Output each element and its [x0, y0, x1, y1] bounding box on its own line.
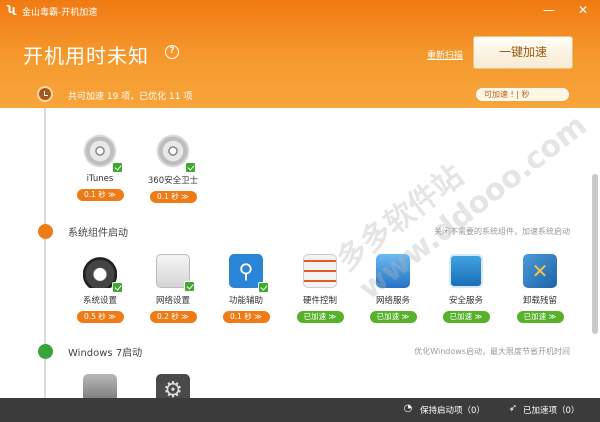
checkbox-checked-icon[interactable]	[258, 282, 269, 293]
item-label: 硬件控制	[302, 296, 337, 306]
header-banner: ʯ 金山毒霸-开机加速 — ✕ 开机用时未知 ? 重新扫描 一键加速 共可加速 …	[0, 0, 600, 108]
gauge-icon	[83, 254, 123, 293]
section-hint-windows-startup: 优化Windows启动，最大限度节省开机时间	[414, 347, 570, 356]
security-monitor-icon	[449, 254, 483, 288]
startup-item-network-settings[interactable]: 网络设置 0.2 秒 ≫	[143, 254, 203, 323]
checkbox-checked-icon[interactable]	[112, 282, 123, 293]
item-time-pill[interactable]: 0.2 秒 ≫	[149, 311, 197, 323]
checkbox-checked-icon[interactable]	[185, 162, 196, 173]
item-time-pill[interactable]: 已加速 ≫	[516, 311, 564, 323]
item-label: 360安全卫士	[147, 176, 199, 186]
startup-item-accessibility[interactable]: ⚲ 功能辅助 0.1 秒 ≫	[216, 254, 276, 323]
one-click-speedup-button[interactable]: 一键加速	[473, 36, 573, 69]
section-title-system-components: 系统组件启动	[68, 228, 128, 239]
keep-startup-link[interactable]: 保持启动项（0）	[420, 404, 485, 416]
item-label: 系统设置	[82, 296, 117, 306]
scrollbar-thumb[interactable]	[592, 174, 598, 334]
windows-logo-icon	[38, 344, 53, 359]
item-label: 功能辅助	[228, 296, 263, 306]
disc-icon	[156, 134, 196, 173]
rescan-link[interactable]: 重新扫描	[427, 48, 463, 61]
item-time-pill[interactable]: 0.1 秒 ≫	[149, 191, 197, 203]
summary-text: 共可加速 19 项，已优化 11 项	[68, 92, 193, 102]
item-label: 卸载残留	[522, 296, 557, 306]
help-icon[interactable]: ?	[165, 45, 179, 59]
section-hint-system-components: 关闭不需要的系统组件，加速系统启动	[434, 227, 570, 236]
startup-item-hardware-control[interactable]: 硬件控制 已加速 ≫	[290, 254, 350, 323]
startup-item-drive[interactable]	[70, 374, 130, 398]
network-chart-icon	[156, 254, 195, 292]
speedup-seconds-pill: 可加速 ! | 秒	[475, 87, 570, 102]
item-time-pill[interactable]: 0.1 秒 ≫	[76, 189, 124, 201]
item-label: 网络服务	[375, 296, 410, 306]
item-time-pill[interactable]: 已加速 ≫	[442, 311, 490, 323]
close-button[interactable]: ✕	[574, 1, 592, 19]
clock-icon	[37, 86, 53, 102]
startup-item-system-settings[interactable]: 系统设置 0.5 秒 ≫	[70, 254, 130, 323]
disc-icon	[83, 134, 123, 173]
window-title: 金山毒霸-开机加速	[22, 8, 98, 18]
app-logo-icon: ʯ	[7, 3, 17, 16]
section-title-windows-startup: Windows 7启动	[68, 348, 143, 359]
startup-items-panel: iTunes 0.1 秒 ≫ 360安全卫士 0.1 秒 ≫ 系统组件启动 关闭…	[0, 108, 600, 398]
startup-item-itunes[interactable]: iTunes 0.1 秒 ≫	[70, 134, 130, 201]
checkbox-checked-icon[interactable]	[184, 281, 195, 292]
item-time-pill[interactable]: 已加速 ≫	[369, 311, 417, 323]
item-label: 安全服务	[448, 296, 483, 306]
item-label: iTunes	[86, 174, 114, 184]
keep-startup-icon: ◔	[403, 403, 413, 414]
startup-item-security-service[interactable]: 安全服务 已加速 ≫	[436, 254, 496, 323]
page-title: 开机用时未知	[23, 44, 149, 68]
minimize-button[interactable]: —	[540, 1, 558, 19]
startup-item-360[interactable]: 360安全卫士 0.1 秒 ≫	[143, 134, 203, 203]
startup-item-network-service[interactable]: 网络服务 已加速 ≫	[363, 254, 423, 323]
item-time-pill[interactable]: 已加速 ≫	[296, 311, 344, 323]
system-components-icon	[38, 224, 53, 239]
checkbox-checked-icon[interactable]	[112, 162, 123, 173]
drive-icon	[83, 374, 117, 398]
gear-icon: ⚙	[156, 374, 190, 398]
title-bar: ʯ 金山毒霸-开机加速 — ✕	[0, 0, 600, 22]
startup-item-uninstall-residue[interactable]: ✕ 卸载残留 已加速 ≫	[510, 254, 570, 323]
tools-icon: ✕	[523, 254, 557, 288]
accelerated-items-link[interactable]: 已加速项（0）	[523, 404, 579, 416]
item-label: 网络设置	[155, 296, 190, 306]
item-time-pill[interactable]: 0.5 秒 ≫	[76, 311, 124, 323]
scrollbar[interactable]	[592, 108, 598, 398]
footer-bar: ◔ 保持启动项（0） ➶ 已加速项（0）	[0, 398, 600, 422]
item-time-pill[interactable]: 0.1 秒 ≫	[222, 311, 270, 323]
network-service-icon	[376, 254, 410, 288]
startup-item-gear[interactable]: ⚙	[143, 374, 203, 398]
hardware-control-icon	[303, 254, 337, 288]
rocket-icon: ➶	[508, 403, 518, 414]
accessibility-icon: ⚲	[229, 254, 269, 293]
